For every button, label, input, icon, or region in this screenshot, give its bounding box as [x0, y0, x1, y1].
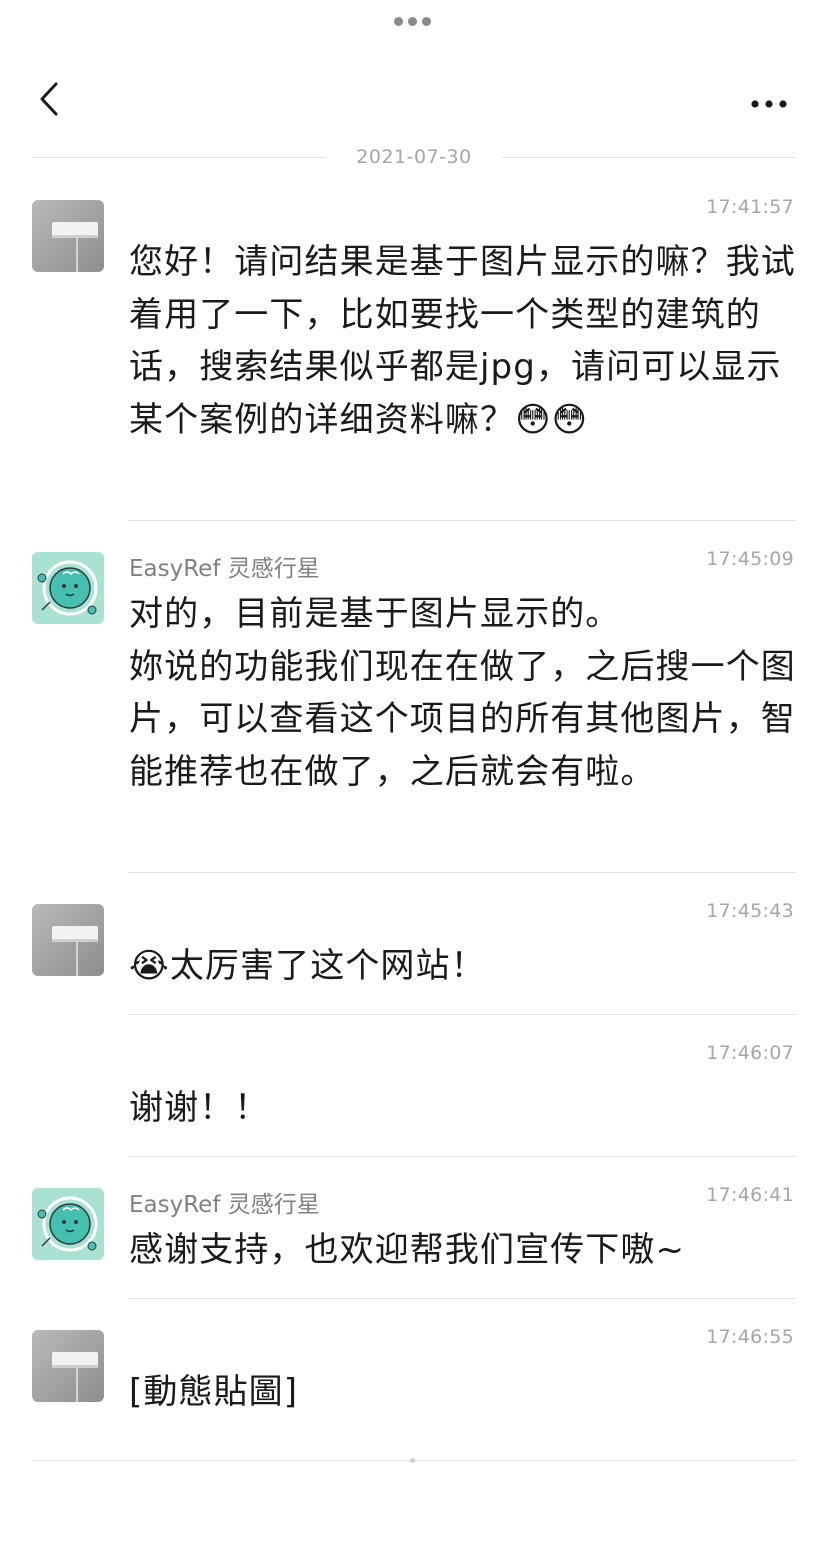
- message-separator: [128, 872, 796, 873]
- message-time: 17:45:09: [706, 548, 794, 570]
- message-separator: [128, 1156, 796, 1157]
- sender-name: EasyRef 灵感行星: [129, 556, 320, 582]
- message-time: 17:46:41: [706, 1184, 794, 1206]
- sender-name: EasyRef 灵感行星: [129, 1192, 320, 1218]
- message-separator: [128, 520, 796, 521]
- bot-avatar[interactable]: [32, 552, 104, 624]
- date-divider: 2021-07-30: [32, 142, 797, 172]
- message-text[interactable]: [動態貼圖]: [129, 1366, 799, 1419]
- user-avatar[interactable]: [32, 1330, 104, 1402]
- divider-line: [32, 156, 327, 158]
- planet-mascot-icon: [32, 1188, 104, 1260]
- scroll-indicator: [410, 1458, 415, 1463]
- avatar-image: [32, 1330, 104, 1402]
- drag-handle-icon[interactable]: [0, 17, 825, 26]
- message-time: 17:41:57: [706, 196, 794, 218]
- planet-mascot-icon: [32, 552, 104, 624]
- message-time: 17:46:55: [706, 1326, 794, 1348]
- message-separator: [128, 1298, 796, 1299]
- back-button[interactable]: [30, 76, 74, 120]
- more-options-button[interactable]: [735, 76, 795, 120]
- user-avatar[interactable]: [32, 904, 104, 976]
- more-horizontal-icon: [751, 100, 787, 108]
- message-text[interactable]: 您好！请问结果是基于图片显示的嘛？我试着用了一下，比如要找一个类型的建筑的话，搜…: [129, 236, 799, 446]
- avatar-image: [32, 904, 104, 976]
- message-text[interactable]: 谢谢！！: [129, 1082, 799, 1135]
- user-avatar[interactable]: [32, 200, 104, 272]
- top-bar: [0, 70, 825, 126]
- message-time: 17:46:07: [706, 1042, 794, 1064]
- message-text[interactable]: 对的，目前是基于图片显示的。 妳说的功能我们现在在做了，之后搜一个图片，可以查看…: [129, 588, 799, 798]
- message-text[interactable]: 😭太厉害了这个网站！: [129, 940, 799, 993]
- chevron-left-icon: [40, 82, 58, 116]
- message-text[interactable]: 感谢支持，也欢迎帮我们宣传下嗷~: [129, 1224, 799, 1277]
- divider-line: [501, 156, 797, 158]
- date-label: 2021-07-30: [356, 146, 472, 168]
- bot-avatar[interactable]: [32, 1188, 104, 1260]
- avatar-image: [32, 200, 104, 272]
- message-separator: [128, 1014, 796, 1015]
- message-time: 17:45:43: [706, 900, 794, 922]
